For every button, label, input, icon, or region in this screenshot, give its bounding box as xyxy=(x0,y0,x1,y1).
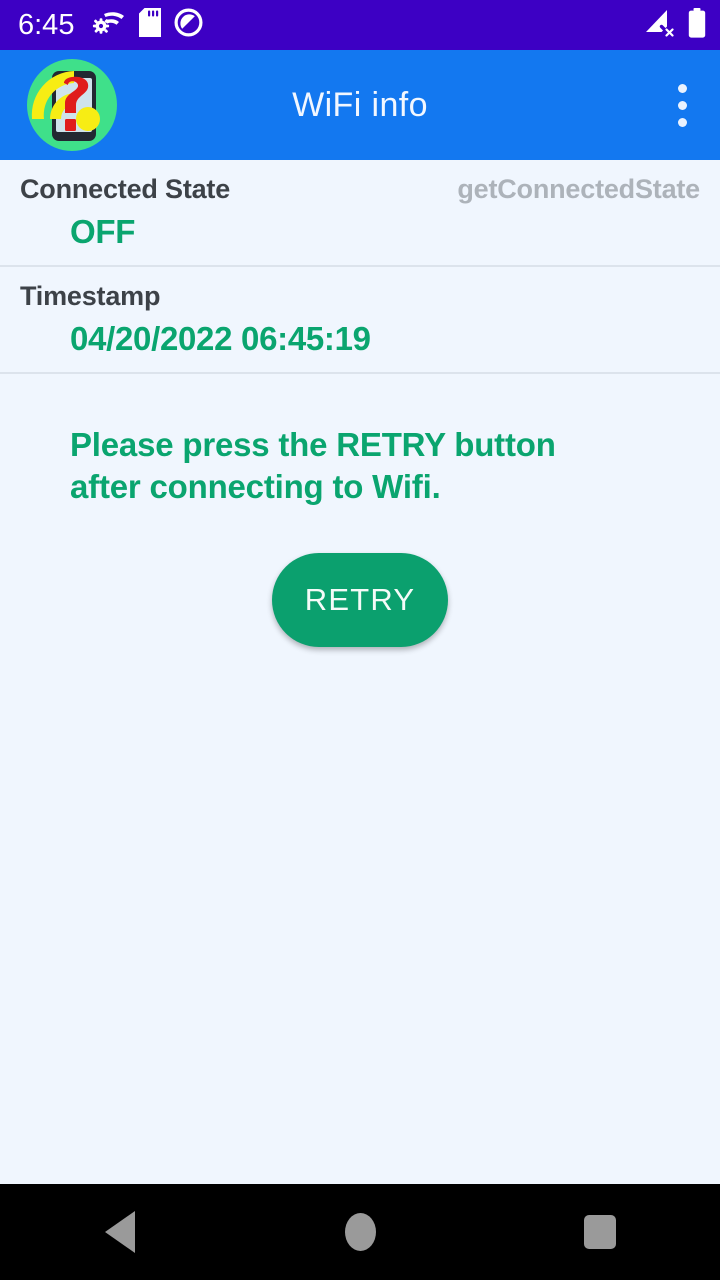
app-bar: WiFi info xyxy=(0,50,720,160)
overflow-dot xyxy=(677,100,687,110)
overflow-dot xyxy=(677,83,687,93)
no-signal-icon xyxy=(645,9,676,42)
settings-wifi-icon xyxy=(92,10,126,41)
connected-state-value: OFF xyxy=(70,213,136,250)
status-icons-right xyxy=(645,7,706,43)
home-icon xyxy=(344,1213,376,1251)
overflow-dot xyxy=(677,117,687,127)
status-bar: 6:45 xyxy=(0,0,720,50)
wifi-question-app-logo xyxy=(24,57,120,153)
info-row-header: Timestamp xyxy=(20,281,700,312)
connected-state-label: Connected State xyxy=(20,174,231,204)
content-area: Connected State getConnectedState OFF Ti… xyxy=(0,160,720,1184)
sd-card-icon xyxy=(139,8,162,42)
recents-icon xyxy=(584,1215,616,1249)
retry-button-container: RETRY xyxy=(0,553,720,647)
connected-state-method: getConnectedState xyxy=(457,174,700,204)
nav-home-button[interactable] xyxy=(300,1184,420,1280)
nav-back-button[interactable] xyxy=(60,1184,180,1280)
android-navigation-bar xyxy=(0,1184,720,1280)
timestamp-value: 04/20/2022 06:45:19 xyxy=(70,320,371,357)
instruction-message: Please press the RETRY button after conn… xyxy=(70,426,556,505)
back-icon xyxy=(105,1211,135,1253)
info-row-header: Connected State getConnectedState xyxy=(20,174,700,205)
status-clock: 6:45 xyxy=(18,9,75,41)
overflow-menu-icon[interactable] xyxy=(674,83,690,127)
nav-recents-button[interactable] xyxy=(540,1184,660,1280)
status-icons-left xyxy=(92,8,203,42)
battery-full-icon xyxy=(688,7,706,43)
info-row-timestamp: Timestamp 04/20/2022 06:45:19 xyxy=(0,267,720,374)
info-row-connected-state: Connected State getConnectedState OFF xyxy=(0,160,720,267)
phone-screen: 6:45 WiFi info Connected State getConnec… xyxy=(0,0,720,1280)
do-not-disturb-icon xyxy=(174,8,203,42)
timestamp-label: Timestamp xyxy=(20,281,161,311)
retry-button[interactable]: RETRY xyxy=(272,553,448,647)
